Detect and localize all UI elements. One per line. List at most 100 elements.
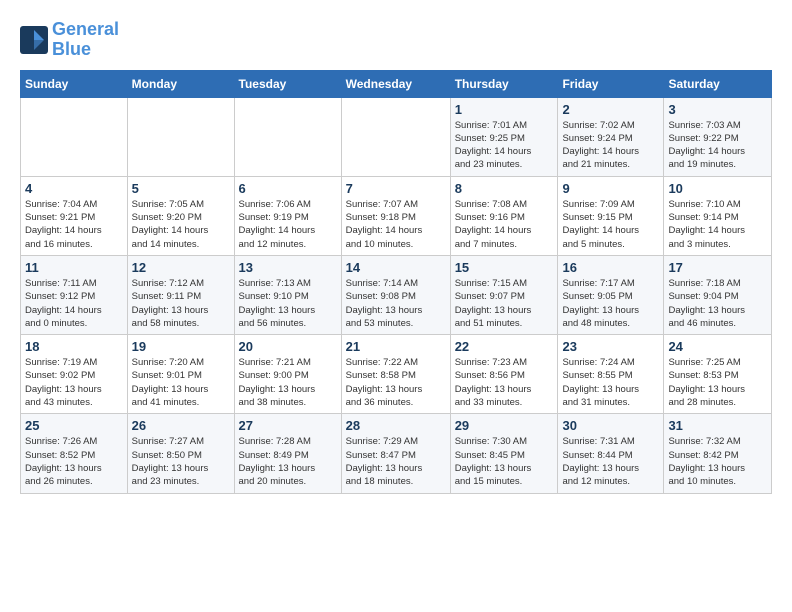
calendar-cell: 4 Sunrise: 7:04 AM Sunset: 9:21 PM Daylig… bbox=[21, 176, 128, 255]
day-info: Sunrise: 7:10 AM Sunset: 9:14 PM Dayligh… bbox=[668, 198, 767, 251]
day-info: Sunrise: 7:29 AM Sunset: 8:47 PM Dayligh… bbox=[346, 435, 446, 488]
day-number: 17 bbox=[668, 260, 767, 275]
day-number: 22 bbox=[455, 339, 554, 354]
day-info: Sunrise: 7:03 AM Sunset: 9:22 PM Dayligh… bbox=[668, 119, 767, 172]
day-number: 2 bbox=[562, 102, 659, 117]
day-info: Sunrise: 7:11 AM Sunset: 9:12 PM Dayligh… bbox=[25, 277, 123, 330]
calendar-week-1: 1 Sunrise: 7:01 AM Sunset: 9:25 PM Daylig… bbox=[21, 97, 772, 176]
day-info: Sunrise: 7:13 AM Sunset: 9:10 PM Dayligh… bbox=[239, 277, 337, 330]
calendar-week-4: 18 Sunrise: 7:19 AM Sunset: 9:02 PM Dayli… bbox=[21, 335, 772, 414]
weekday-header-tuesday: Tuesday bbox=[234, 70, 341, 97]
day-number: 10 bbox=[668, 181, 767, 196]
day-number: 25 bbox=[25, 418, 123, 433]
day-number: 19 bbox=[132, 339, 230, 354]
calendar-cell bbox=[127, 97, 234, 176]
day-number: 5 bbox=[132, 181, 230, 196]
weekday-header-saturday: Saturday bbox=[664, 70, 772, 97]
day-info: Sunrise: 7:26 AM Sunset: 8:52 PM Dayligh… bbox=[25, 435, 123, 488]
calendar-cell: 3Sunrise: 7:03 AM Sunset: 9:22 PM Daylig… bbox=[664, 97, 772, 176]
day-info: Sunrise: 7:30 AM Sunset: 8:45 PM Dayligh… bbox=[455, 435, 554, 488]
day-info: Sunrise: 7:32 AM Sunset: 8:42 PM Dayligh… bbox=[668, 435, 767, 488]
calendar-cell: 11 Sunrise: 7:11 AM Sunset: 9:12 PM Dayli… bbox=[21, 255, 128, 334]
day-info: Sunrise: 7:17 AM Sunset: 9:05 PM Dayligh… bbox=[562, 277, 659, 330]
calendar-cell: 2 Sunrise: 7:02 AM Sunset: 9:24 PM Daylig… bbox=[558, 97, 664, 176]
calendar-cell: 17Sunrise: 7:18 AM Sunset: 9:04 PM Dayli… bbox=[664, 255, 772, 334]
day-info: Sunrise: 7:01 AM Sunset: 9:25 PM Dayligh… bbox=[455, 119, 554, 172]
weekday-header-row: SundayMondayTuesdayWednesdayThursdayFrid… bbox=[21, 70, 772, 97]
logo: General Blue bbox=[20, 20, 119, 60]
calendar-week-2: 4 Sunrise: 7:04 AM Sunset: 9:21 PM Daylig… bbox=[21, 176, 772, 255]
calendar-cell: 25 Sunrise: 7:26 AM Sunset: 8:52 PM Dayli… bbox=[21, 414, 128, 493]
weekday-header-sunday: Sunday bbox=[21, 70, 128, 97]
logo-text: General Blue bbox=[52, 20, 119, 60]
day-number: 18 bbox=[25, 339, 123, 354]
day-number: 31 bbox=[668, 418, 767, 433]
calendar-cell: 26Sunrise: 7:27 AM Sunset: 8:50 PM Dayli… bbox=[127, 414, 234, 493]
day-info: Sunrise: 7:28 AM Sunset: 8:49 PM Dayligh… bbox=[239, 435, 337, 488]
calendar-cell: 31 Sunrise: 7:32 AM Sunset: 8:42 PM Dayli… bbox=[664, 414, 772, 493]
calendar-cell: 19 Sunrise: 7:20 AM Sunset: 9:01 PM Dayli… bbox=[127, 335, 234, 414]
day-info: Sunrise: 7:14 AM Sunset: 9:08 PM Dayligh… bbox=[346, 277, 446, 330]
day-info: Sunrise: 7:27 AM Sunset: 8:50 PM Dayligh… bbox=[132, 435, 230, 488]
day-info: Sunrise: 7:04 AM Sunset: 9:21 PM Dayligh… bbox=[25, 198, 123, 251]
calendar-cell: 24 Sunrise: 7:25 AM Sunset: 8:53 PM Dayli… bbox=[664, 335, 772, 414]
day-number: 29 bbox=[455, 418, 554, 433]
calendar-cell: 27 Sunrise: 7:28 AM Sunset: 8:49 PM Dayli… bbox=[234, 414, 341, 493]
calendar-cell: 13 Sunrise: 7:13 AM Sunset: 9:10 PM Dayli… bbox=[234, 255, 341, 334]
calendar-cell: 20Sunrise: 7:21 AM Sunset: 9:00 PM Dayli… bbox=[234, 335, 341, 414]
day-number: 7 bbox=[346, 181, 446, 196]
calendar-cell: 12 Sunrise: 7:12 AM Sunset: 9:11 PM Dayli… bbox=[127, 255, 234, 334]
day-info: Sunrise: 7:21 AM Sunset: 9:00 PM Dayligh… bbox=[239, 356, 337, 409]
weekday-header-thursday: Thursday bbox=[450, 70, 558, 97]
day-info: Sunrise: 7:20 AM Sunset: 9:01 PM Dayligh… bbox=[132, 356, 230, 409]
day-number: 8 bbox=[455, 181, 554, 196]
day-number: 21 bbox=[346, 339, 446, 354]
day-number: 6 bbox=[239, 181, 337, 196]
calendar-week-5: 25 Sunrise: 7:26 AM Sunset: 8:52 PM Dayli… bbox=[21, 414, 772, 493]
weekday-header-monday: Monday bbox=[127, 70, 234, 97]
calendar-cell: 22 Sunrise: 7:23 AM Sunset: 8:56 PM Dayli… bbox=[450, 335, 558, 414]
day-info: Sunrise: 7:07 AM Sunset: 9:18 PM Dayligh… bbox=[346, 198, 446, 251]
day-number: 14 bbox=[346, 260, 446, 275]
calendar-cell: 7 Sunrise: 7:07 AM Sunset: 9:18 PM Daylig… bbox=[341, 176, 450, 255]
calendar-cell bbox=[234, 97, 341, 176]
day-info: Sunrise: 7:25 AM Sunset: 8:53 PM Dayligh… bbox=[668, 356, 767, 409]
day-info: Sunrise: 7:24 AM Sunset: 8:55 PM Dayligh… bbox=[562, 356, 659, 409]
day-info: Sunrise: 7:22 AM Sunset: 8:58 PM Dayligh… bbox=[346, 356, 446, 409]
calendar-cell: 30 Sunrise: 7:31 AM Sunset: 8:44 PM Dayli… bbox=[558, 414, 664, 493]
calendar-cell: 15 Sunrise: 7:15 AM Sunset: 9:07 PM Dayli… bbox=[450, 255, 558, 334]
calendar-cell: 1 Sunrise: 7:01 AM Sunset: 9:25 PM Daylig… bbox=[450, 97, 558, 176]
calendar-cell: 9 Sunrise: 7:09 AM Sunset: 9:15 PM Daylig… bbox=[558, 176, 664, 255]
day-number: 12 bbox=[132, 260, 230, 275]
calendar-cell: 16 Sunrise: 7:17 AM Sunset: 9:05 PM Dayli… bbox=[558, 255, 664, 334]
day-number: 27 bbox=[239, 418, 337, 433]
day-info: Sunrise: 7:23 AM Sunset: 8:56 PM Dayligh… bbox=[455, 356, 554, 409]
day-number: 11 bbox=[25, 260, 123, 275]
day-info: Sunrise: 7:12 AM Sunset: 9:11 PM Dayligh… bbox=[132, 277, 230, 330]
calendar-cell: 18 Sunrise: 7:19 AM Sunset: 9:02 PM Dayli… bbox=[21, 335, 128, 414]
day-number: 9 bbox=[562, 181, 659, 196]
weekday-header-wednesday: Wednesday bbox=[341, 70, 450, 97]
page-header: General Blue bbox=[20, 20, 772, 60]
weekday-header-friday: Friday bbox=[558, 70, 664, 97]
day-info: Sunrise: 7:31 AM Sunset: 8:44 PM Dayligh… bbox=[562, 435, 659, 488]
day-info: Sunrise: 7:19 AM Sunset: 9:02 PM Dayligh… bbox=[25, 356, 123, 409]
day-info: Sunrise: 7:05 AM Sunset: 9:20 PM Dayligh… bbox=[132, 198, 230, 251]
day-info: Sunrise: 7:09 AM Sunset: 9:15 PM Dayligh… bbox=[562, 198, 659, 251]
day-number: 24 bbox=[668, 339, 767, 354]
day-number: 4 bbox=[25, 181, 123, 196]
day-number: 1 bbox=[455, 102, 554, 117]
day-number: 13 bbox=[239, 260, 337, 275]
day-number: 30 bbox=[562, 418, 659, 433]
calendar-cell: 29 Sunrise: 7:30 AM Sunset: 8:45 PM Dayli… bbox=[450, 414, 558, 493]
calendar-cell: 21 Sunrise: 7:22 AM Sunset: 8:58 PM Dayli… bbox=[341, 335, 450, 414]
day-info: Sunrise: 7:15 AM Sunset: 9:07 PM Dayligh… bbox=[455, 277, 554, 330]
logo-icon bbox=[20, 26, 48, 54]
day-number: 15 bbox=[455, 260, 554, 275]
calendar-cell: 6 Sunrise: 7:06 AM Sunset: 9:19 PM Daylig… bbox=[234, 176, 341, 255]
day-info: Sunrise: 7:06 AM Sunset: 9:19 PM Dayligh… bbox=[239, 198, 337, 251]
day-number: 16 bbox=[562, 260, 659, 275]
day-info: Sunrise: 7:02 AM Sunset: 9:24 PM Dayligh… bbox=[562, 119, 659, 172]
calendar-cell: 8Sunrise: 7:08 AM Sunset: 9:16 PM Daylig… bbox=[450, 176, 558, 255]
calendar-table: SundayMondayTuesdayWednesdayThursdayFrid… bbox=[20, 70, 772, 494]
